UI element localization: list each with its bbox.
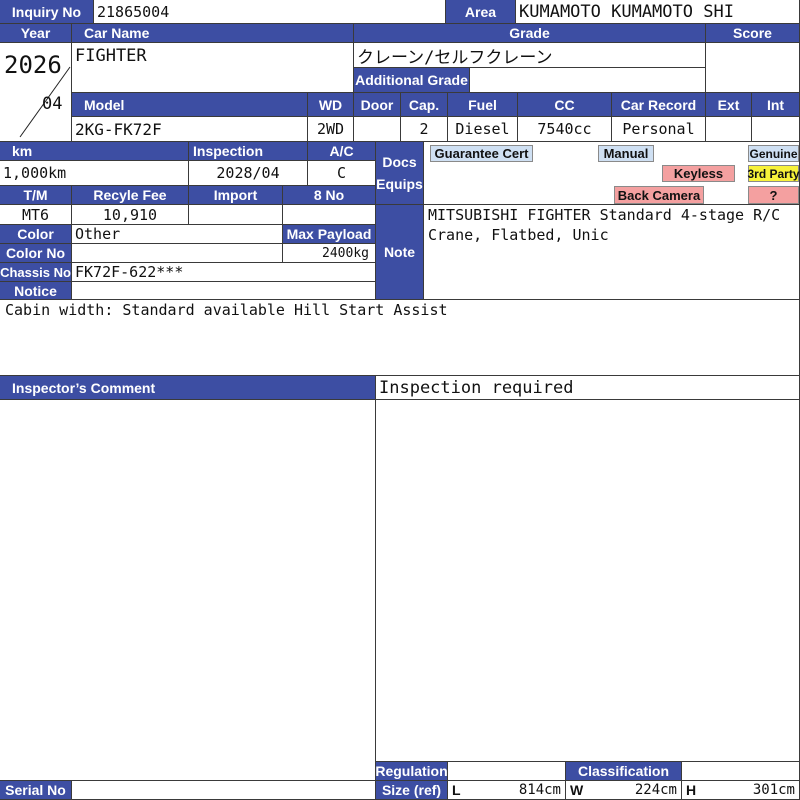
comment-area-right <box>376 400 800 762</box>
cap-value: 2 <box>401 117 448 142</box>
ac-value: C <box>308 161 376 186</box>
model-label: Model <box>72 93 308 117</box>
wd-label: WD <box>308 93 354 117</box>
size-width-value: 224cm <box>634 782 677 798</box>
inspectors-comment-area <box>0 400 376 781</box>
eight-no-value <box>283 205 376 225</box>
max-payload-label: Max Payload <box>283 225 376 244</box>
car-record-label: Car Record <box>612 93 706 117</box>
classification-value <box>682 762 800 781</box>
wd-value: 2WD <box>308 117 354 142</box>
inspectors-comment-label: Inspector’s Comment <box>0 376 376 400</box>
third-party-badge: 3rd Party <box>747 165 800 182</box>
guarantee-cert-badge: Guarantee Cert <box>430 145 533 162</box>
year-value: 2026 <box>4 51 62 79</box>
car-name-value: FIGHTER <box>72 43 354 93</box>
import-value <box>189 205 283 225</box>
tm-value: MT6 <box>0 205 72 225</box>
door-label: Door <box>354 93 401 117</box>
ext-value <box>706 117 752 142</box>
km-value: 1,000km <box>0 161 189 186</box>
int-label: Int <box>752 93 800 117</box>
size-length-value: 814cm <box>518 782 561 798</box>
km-label: km <box>0 142 189 161</box>
ext-label: Ext <box>706 93 752 117</box>
size-length: L 814cm <box>448 781 566 800</box>
tm-label: T/M <box>0 186 72 205</box>
size-height: H 301cm <box>682 781 800 800</box>
notice-value: Cabin width: Standard available Hill Sta… <box>0 300 800 376</box>
genuine-badge: Genuine <box>748 145 799 162</box>
grade-label: Grade <box>354 24 706 43</box>
year-month: 04 <box>42 94 63 114</box>
year-label: Year <box>0 24 72 43</box>
score-label: Score <box>706 24 800 43</box>
size-ref-label: Size (ref) <box>376 781 448 800</box>
additional-grade-label: Additional Grade <box>354 68 470 93</box>
import-label: Import <box>189 186 283 205</box>
manual-badge: Manual <box>598 145 654 162</box>
color-no-label: Color No <box>0 244 72 263</box>
additional-grade-value <box>470 68 706 93</box>
int-value <box>752 117 800 142</box>
color-no-value <box>72 244 283 263</box>
inspection-comment-value: Inspection required <box>376 376 800 400</box>
color-label: Color <box>0 225 72 244</box>
year-block: 2026 04 <box>0 43 72 142</box>
back-camera-badge: Back Camera <box>614 186 704 204</box>
car-record-value: Personal <box>612 117 706 142</box>
grade-value: クレーン/セルフクレーン <box>354 43 706 68</box>
serial-no-value <box>72 781 376 800</box>
eight-no-label: 8 No <box>283 186 376 205</box>
fuel-value: Diesel <box>448 117 518 142</box>
cap-label: Cap. <box>401 93 448 117</box>
size-width-label: W <box>570 782 584 798</box>
classification-label: Classification <box>566 762 682 781</box>
ac-label: A/C <box>308 142 376 161</box>
notice-label: Notice <box>0 282 72 300</box>
recycle-fee-value: 10,910 <box>72 205 189 225</box>
area-label: Area <box>446 0 516 24</box>
size-height-label: H <box>686 782 697 798</box>
note-label: Note <box>376 205 424 300</box>
unknown-badge: ? <box>748 186 799 204</box>
inspection-label: Inspection <box>189 142 308 161</box>
cc-label: CC <box>518 93 612 117</box>
recycle-fee-label: Recyle Fee <box>72 186 189 205</box>
chassis-no-value: FK72F-622*** <box>72 263 376 282</box>
note-value: MITSUBISHI FIGHTER Standard 4-stage R/C … <box>424 205 800 300</box>
area-value: KUMAMOTO KUMAMOTO SHI <box>516 0 800 24</box>
notice-header-spacer <box>72 282 376 300</box>
car-name-label: Car Name <box>72 24 354 43</box>
keyless-badge: Keyless <box>662 165 735 182</box>
docs-equips-label: Docs Equips <box>376 142 424 205</box>
inquiry-no-label: Inquiry No <box>0 0 94 24</box>
regulation-value <box>448 762 566 781</box>
equips-label: Equips <box>376 176 423 192</box>
max-payload-value: 2400kg <box>283 244 376 263</box>
size-height-value: 301cm <box>752 782 795 798</box>
fuel-label: Fuel <box>448 93 518 117</box>
door-value <box>354 117 401 142</box>
inspection-value: 2028/04 <box>189 161 308 186</box>
size-length-label: L <box>452 782 461 798</box>
cc-value: 7540cc <box>518 117 612 142</box>
size-width: W 224cm <box>566 781 682 800</box>
score-value <box>706 43 800 93</box>
model-value: 2KG-FK72F <box>72 117 308 142</box>
chassis-no-label: Chassis No <box>0 263 72 282</box>
inquiry-no-value: 21865004 <box>94 0 446 24</box>
serial-no-label: Serial No <box>0 781 72 800</box>
regulation-label: Regulation <box>376 762 448 781</box>
docs-label: Docs <box>382 154 417 170</box>
color-value: Other <box>72 225 283 244</box>
